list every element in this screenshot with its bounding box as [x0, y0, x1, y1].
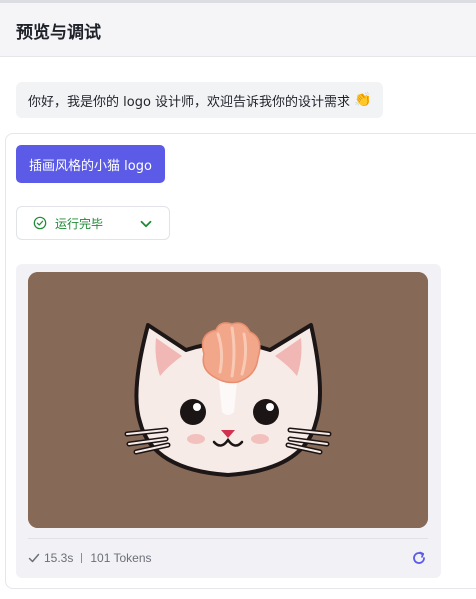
duration-text: 15.3s: [44, 551, 74, 565]
panel-header: 预览与调试: [0, 0, 476, 57]
checkmark-icon: [28, 553, 40, 563]
token-count-text: 101 Tokens: [90, 551, 152, 565]
conversation-card: 插画风格的小猫 logo 运行完毕 15.3s 101 Tokens: [5, 133, 476, 589]
assistant-greeting-bubble: 你好，我是你的 logo 设计师，欢迎告诉我你的设计需求 👏: [16, 82, 384, 118]
generated-result-card: 15.3s 101 Tokens: [16, 264, 441, 578]
generated-cat-logo-image[interactable]: [28, 272, 428, 528]
result-meta: 15.3s 101 Tokens: [28, 549, 152, 567]
page-title: 预览与调试: [16, 23, 101, 43]
run-status-dropdown[interactable]: 运行完毕: [16, 206, 170, 240]
run-status-label: 运行完毕: [55, 216, 104, 231]
result-divider: [28, 538, 428, 539]
chat-area: 你好，我是你的 logo 设计师，欢迎告诉我你的设计需求 👏 插画风格的小猫 l…: [0, 57, 476, 599]
clapping-hands-icon: 👏: [354, 92, 372, 108]
cat-illustration: [28, 272, 428, 528]
user-message-text: 插画风格的小猫 logo: [29, 158, 152, 174]
meta-separator: [81, 553, 83, 563]
greeting-text: 你好，我是你的 logo 设计师，欢迎告诉我你的设计需求: [28, 94, 351, 110]
check-circle-icon: [33, 216, 47, 230]
chevron-down-icon[interactable]: [139, 217, 153, 231]
regenerate-icon[interactable]: [411, 550, 427, 566]
user-message-bubble: 插画风格的小猫 logo: [16, 145, 165, 183]
